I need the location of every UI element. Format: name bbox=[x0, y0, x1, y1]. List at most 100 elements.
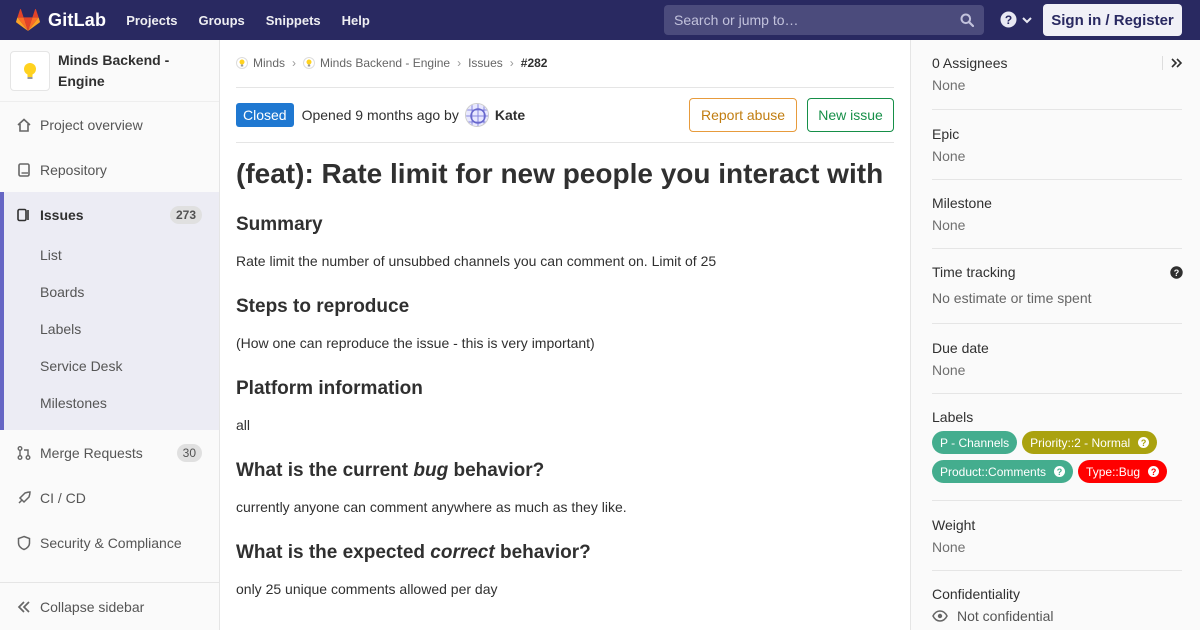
question-icon: ? bbox=[1138, 437, 1150, 448]
heading-part: What is the expected bbox=[236, 542, 431, 563]
chevron-down-icon bbox=[1022, 16, 1032, 23]
sidebar-item-label: Merge Requests bbox=[40, 444, 143, 461]
project-avatar bbox=[10, 50, 50, 91]
question-icon: ? bbox=[1054, 466, 1066, 477]
nav-help[interactable]: Help bbox=[342, 13, 370, 28]
sidebar-subitem-milestones[interactable]: Milestones bbox=[40, 395, 107, 411]
breadcrumb-separator: › bbox=[292, 56, 297, 70]
divider bbox=[932, 570, 1182, 571]
sidebar-subitem-labels[interactable]: Labels bbox=[40, 321, 81, 337]
top-navbar: GitLab Projects Groups Snippets Help Sea… bbox=[0, 0, 1200, 40]
divider bbox=[932, 500, 1182, 501]
project-name: Minds Backend - Engine bbox=[58, 51, 170, 89]
sidebar-item-label: Issues bbox=[40, 206, 84, 223]
sidebar-subitem-list[interactable]: List bbox=[40, 247, 62, 263]
assignees-value: None bbox=[932, 77, 966, 93]
nav-snippets[interactable]: Snippets bbox=[266, 13, 321, 28]
author-link[interactable]: Kate bbox=[495, 107, 525, 123]
brand-name: GitLab bbox=[48, 9, 107, 30]
label-text: Priority::2 - Normal bbox=[1030, 435, 1131, 450]
weight-title: Weight bbox=[932, 517, 976, 533]
gitlab-logo[interactable]: GitLab bbox=[16, 9, 106, 31]
issues-count-badge: 273 bbox=[169, 205, 202, 224]
sidebar-subitem-service-desk[interactable]: Service Desk bbox=[40, 358, 122, 374]
opened-text: Opened 9 months ago by bbox=[301, 107, 459, 123]
rocket-icon bbox=[16, 490, 32, 506]
sidebar-item-repository[interactable]: Repository bbox=[0, 147, 219, 192]
svg-text:?: ? bbox=[1005, 13, 1012, 27]
labels-title: Labels bbox=[932, 409, 974, 425]
label-chip[interactable]: Product::Comments ? bbox=[932, 460, 1074, 483]
weight-value: None bbox=[932, 539, 966, 555]
sidebar-item-security[interactable]: Security & Compliance bbox=[0, 520, 219, 565]
epic-value: None bbox=[932, 148, 966, 164]
label-chip[interactable]: Priority::2 - Normal ? bbox=[1022, 431, 1158, 454]
divider bbox=[932, 393, 1182, 394]
expected-behavior-heading: What is the expected correct behavior? bbox=[236, 542, 591, 564]
time-tracking-block: Time tracking No estimate or time spent … bbox=[932, 264, 1183, 306]
new-issue-button[interactable]: New issue bbox=[807, 98, 894, 132]
epic-block: Epic None bbox=[932, 126, 1182, 164]
status-badge: Closed bbox=[236, 103, 294, 127]
label-text: Product::Comments bbox=[940, 464, 1047, 479]
breadcrumb-issues[interactable]: Issues bbox=[468, 56, 503, 70]
breadcrumb-issue-number[interactable]: #282 bbox=[521, 56, 548, 70]
due-date-value: None bbox=[932, 362, 966, 378]
breadcrumb-separator: › bbox=[509, 56, 514, 70]
search-input[interactable]: Search or jump to… bbox=[664, 5, 984, 35]
mr-count-badge: 30 bbox=[176, 443, 202, 462]
project-avatar-icon bbox=[303, 57, 316, 69]
label-chip[interactable]: P - Channels bbox=[932, 431, 1018, 454]
summary-heading: Summary bbox=[236, 214, 323, 235]
avatar[interactable] bbox=[464, 103, 489, 127]
sign-in-button[interactable]: Sign in / Register bbox=[1043, 4, 1182, 36]
svg-text:?: ? bbox=[1174, 268, 1180, 278]
divider bbox=[236, 142, 894, 143]
nav-groups[interactable]: Groups bbox=[199, 13, 245, 28]
confidentiality-block: Confidentiality Not confidential bbox=[932, 586, 1182, 624]
help-dropdown[interactable]: ? bbox=[1000, 11, 1033, 28]
sidebar-item-label: Repository bbox=[40, 161, 107, 178]
sidebar-item-overview[interactable]: Project overview bbox=[0, 102, 219, 147]
question-circle-icon: ? bbox=[1000, 11, 1017, 28]
main-nav: Projects Groups Snippets Help bbox=[126, 13, 391, 28]
breadcrumb-group[interactable]: Minds bbox=[253, 56, 285, 70]
expected-behavior-text: only 25 unique comments allowed per day bbox=[236, 581, 498, 597]
search-placeholder: Search or jump to… bbox=[674, 12, 799, 28]
issue-content: Minds › Minds Backend - Engine › Issues … bbox=[236, 40, 894, 630]
confidentiality-title: Confidentiality bbox=[932, 586, 1020, 602]
platform-heading: Platform information bbox=[236, 378, 423, 399]
steps-heading: Steps to reproduce bbox=[236, 296, 410, 317]
sidebar-item-cicd[interactable]: CI / CD bbox=[0, 475, 219, 520]
sidebar-item-issues[interactable]: Issues 273 bbox=[0, 192, 219, 237]
confidentiality-value: Not confidential bbox=[957, 608, 1054, 624]
question-circle-icon[interactable]: ? bbox=[1170, 266, 1183, 279]
question-icon: ? bbox=[1148, 466, 1160, 477]
project-sidebar: Minds Backend - Engine Project overview … bbox=[0, 40, 220, 630]
weight-block: Weight None bbox=[932, 517, 1182, 555]
heading-emphasis: bug bbox=[413, 460, 449, 481]
heading-part: What is the current bbox=[236, 460, 414, 481]
eye-icon bbox=[932, 610, 948, 622]
heading-part: behavior? bbox=[494, 542, 591, 563]
label-chip[interactable]: Type::Bug ? bbox=[1078, 460, 1168, 483]
report-abuse-button[interactable]: Report abuse bbox=[689, 98, 797, 132]
divider bbox=[932, 248, 1182, 249]
current-behavior-heading: What is the current bug behavior? bbox=[236, 460, 544, 482]
due-date-title: Due date bbox=[932, 340, 989, 356]
time-tracking-title: Time tracking bbox=[932, 264, 1016, 280]
nav-projects[interactable]: Projects bbox=[126, 13, 177, 28]
labels-block: Labels P - Channels Priority::2 - Normal… bbox=[932, 409, 1182, 489]
lightbulb-icon bbox=[24, 62, 36, 79]
divider bbox=[932, 323, 1182, 324]
collapse-sidebar-button[interactable]: Collapse sidebar bbox=[0, 582, 219, 630]
project-header[interactable]: Minds Backend - Engine bbox=[0, 40, 219, 102]
breadcrumb: Minds › Minds Backend - Engine › Issues … bbox=[236, 56, 547, 70]
sidebar-item-merge-requests[interactable]: Merge Requests 30 bbox=[0, 430, 219, 475]
epic-title: Epic bbox=[932, 126, 960, 142]
milestone-block: Milestone None bbox=[932, 195, 1182, 233]
issues-submenu-bg bbox=[0, 237, 219, 430]
breadcrumb-project[interactable]: Minds Backend - Engine bbox=[320, 56, 450, 70]
group-avatar-icon bbox=[236, 57, 248, 69]
sidebar-subitem-boards[interactable]: Boards bbox=[40, 284, 84, 300]
